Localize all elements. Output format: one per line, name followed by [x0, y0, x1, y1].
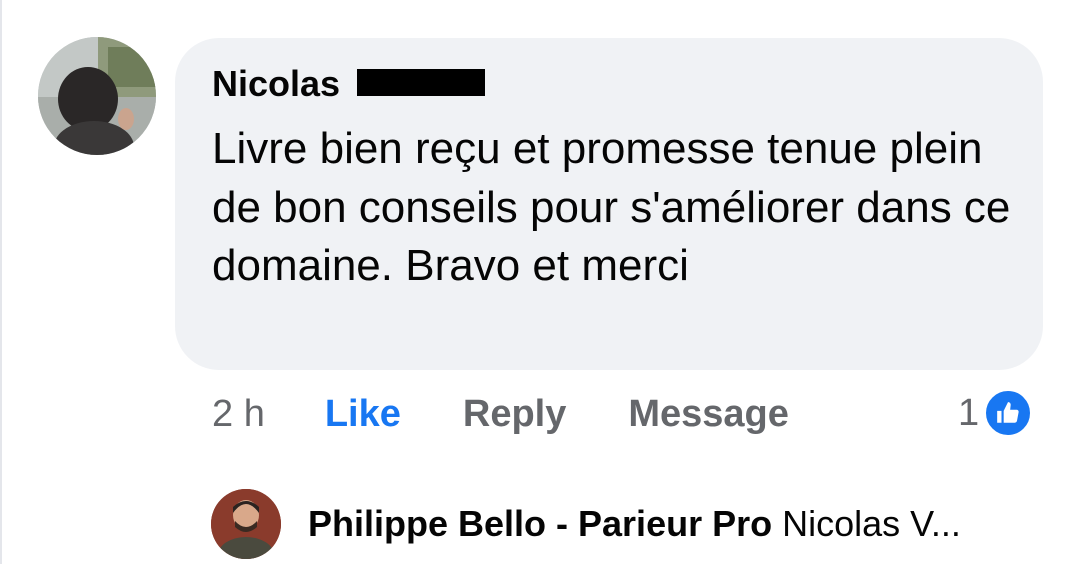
reaction-summary[interactable]: 1: [958, 388, 1034, 438]
thumbs-up-icon: [983, 388, 1034, 438]
child-photo-icon: [38, 37, 156, 155]
like-button[interactable]: Like: [325, 393, 401, 436]
reply-preview-text: Nicolas V...: [782, 503, 961, 544]
reply-preview-line[interactable]: Philippe Bello - Parieur Pro Nicolas V..…: [308, 503, 961, 545]
reply-button[interactable]: Reply: [463, 393, 566, 436]
man-photo-icon: [211, 489, 281, 559]
comment-thread: Nicolas Livre bien reçu et promesse tenu…: [0, 0, 1080, 564]
thread-divider: [0, 0, 2, 564]
comment-author-name[interactable]: Nicolas: [212, 64, 340, 104]
comment-timestamp[interactable]: 2 h: [212, 393, 265, 436]
comment-actions: 2 h Like Reply Message: [212, 392, 851, 436]
message-button[interactable]: Message: [628, 393, 789, 436]
reply-author-avatar[interactable]: [211, 489, 281, 559]
redacted-surname: [357, 69, 485, 96]
comment-text: Livre bien reçu et promesse tenue plein …: [212, 124, 1011, 290]
commenter-avatar[interactable]: [38, 37, 156, 155]
reaction-count: 1: [958, 391, 980, 434]
reply-author-name[interactable]: Philippe Bello - Parieur Pro: [308, 503, 772, 544]
